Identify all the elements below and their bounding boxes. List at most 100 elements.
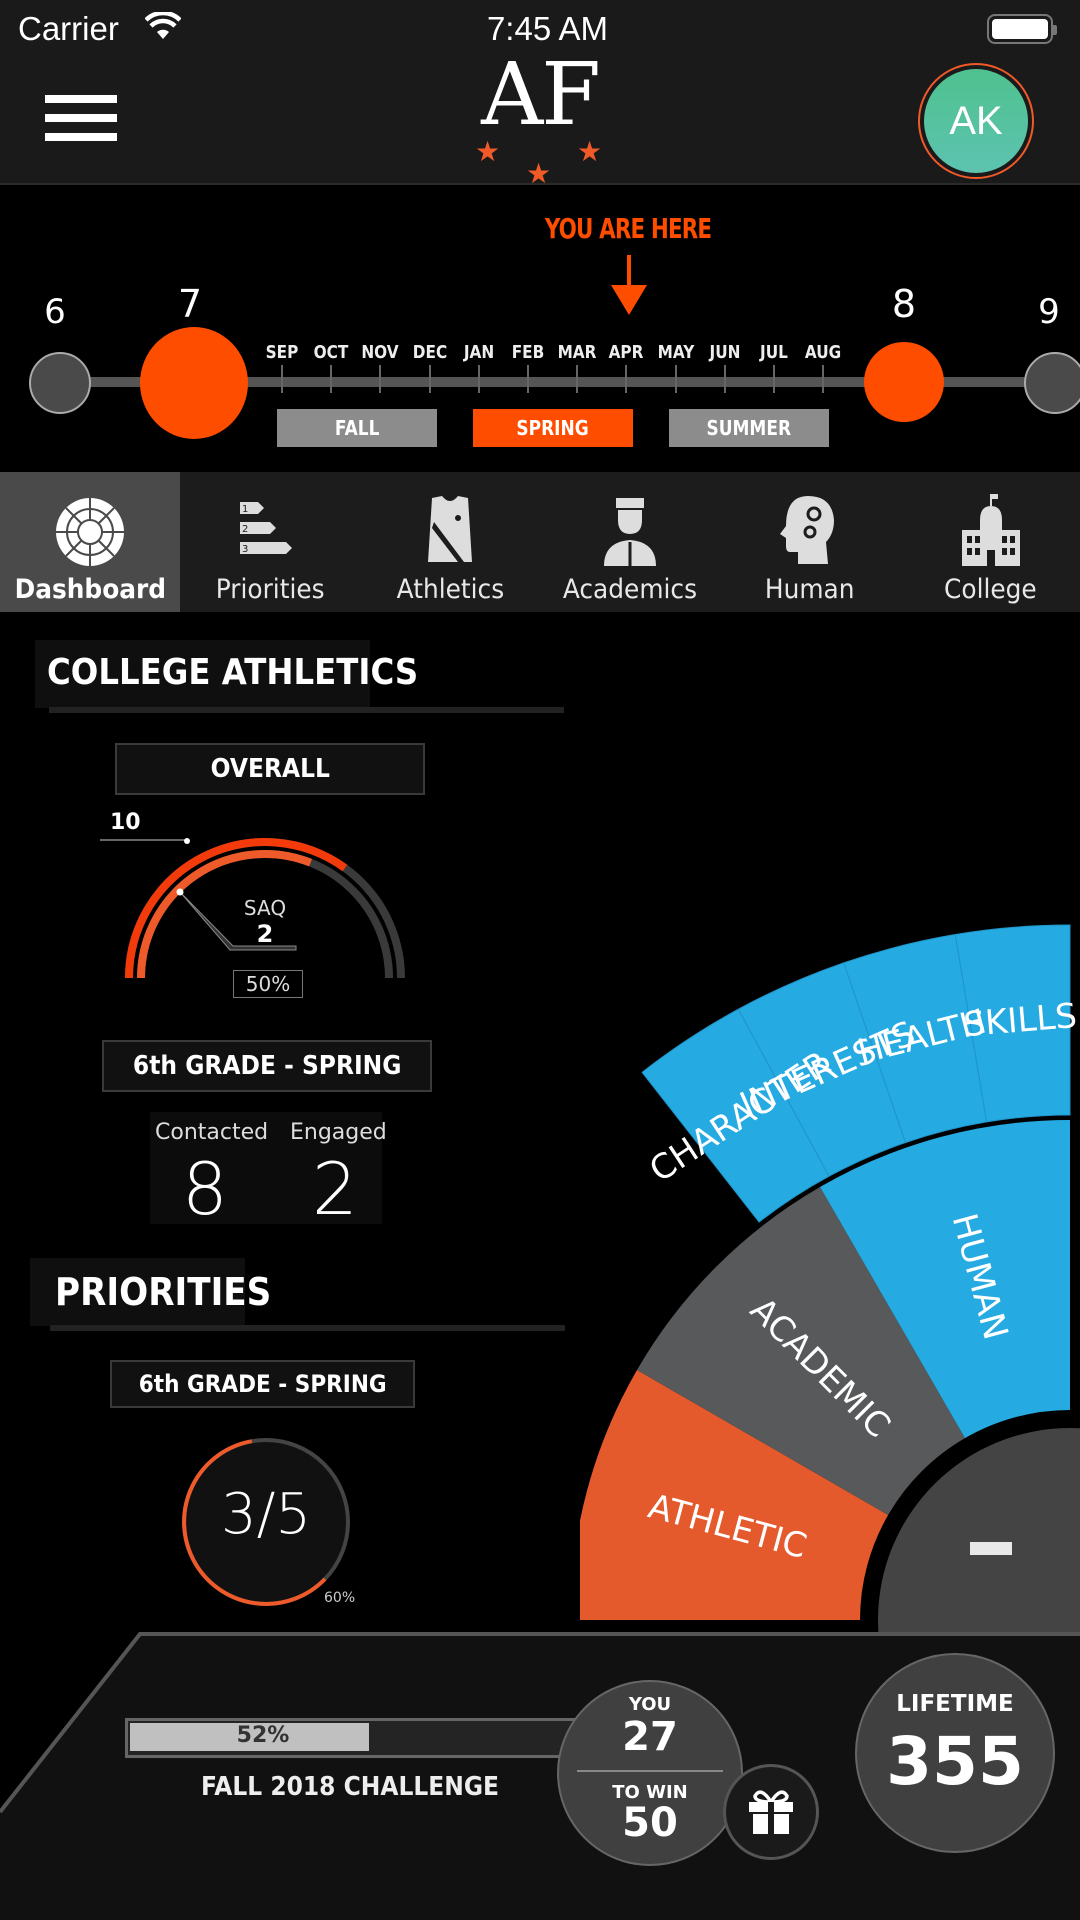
- star-icon: ★: [475, 135, 501, 168]
- month-label[interactable]: MAR: [557, 342, 598, 363]
- season-fall-button[interactable]: FALL: [277, 409, 437, 447]
- wheel-chart: CHARACTERINTERESTSHEALTHSKILLSATHLETICAC…: [570, 924, 1080, 1820]
- minus-icon[interactable]: [970, 1542, 1012, 1555]
- gift-button[interactable]: [723, 1764, 819, 1860]
- gauge-metric-value: 2: [256, 920, 274, 948]
- tab-priorities[interactable]: 1 2 3 Priorities: [180, 472, 360, 612]
- season-label: SPRING: [516, 416, 590, 440]
- month-tick: [674, 365, 677, 393]
- dashboard-wheel-icon: [56, 498, 124, 566]
- month-tick: [625, 365, 628, 393]
- status-time: 7:45 AM: [486, 10, 609, 47]
- section-title: COLLEGE ATHLETICS: [47, 652, 419, 693]
- month-tick: [428, 365, 431, 393]
- contact-stats: Contacted 8 Engaged 2: [150, 1112, 387, 1231]
- tab-human[interactable]: Human: [720, 472, 900, 612]
- tab-college[interactable]: College: [900, 472, 1080, 612]
- season-spring-button[interactable]: SPRING: [473, 409, 633, 447]
- svg-text:1: 1: [242, 504, 248, 515]
- month-label[interactable]: MAY: [655, 342, 696, 363]
- overall-label: OVERALL: [210, 754, 330, 784]
- month-label[interactable]: SEP: [262, 342, 303, 363]
- overall-button[interactable]: OVERALL: [115, 743, 425, 795]
- progress-label: 52%: [236, 1723, 290, 1748]
- month-label[interactable]: APR: [606, 342, 647, 363]
- month-label[interactable]: FEB: [508, 342, 549, 363]
- priorities-percent-label: 60%: [324, 1590, 356, 1606]
- section-title: PRIORITIES: [55, 1270, 272, 1314]
- challenge-title: FALL 2018 CHALLENGE: [200, 1772, 500, 1802]
- month-label[interactable]: OCT: [311, 342, 352, 363]
- grade-label: 9: [1038, 292, 1060, 332]
- you-value: 27: [622, 1714, 678, 1760]
- month-tick: [576, 365, 579, 393]
- grade-node-9[interactable]: [1024, 352, 1080, 414]
- gauge-percent-label: 50%: [233, 970, 303, 998]
- priorities-period-box: 6th GRADE - SPRING: [110, 1360, 415, 1408]
- priorities-progress-text: 3/5: [220, 1482, 312, 1547]
- avatar[interactable]: AK: [918, 63, 1034, 179]
- saq-gauge: 10 SAQ 2 50%: [91, 810, 430, 1010]
- period-label: 6th GRADE - SPRING: [132, 1051, 402, 1081]
- divider: [49, 707, 564, 713]
- grade-timeline: YOU ARE HERE 6 7 8 9 SEP OCT NOV DEC JAN FEB M…: [0, 187, 1080, 470]
- svg-text:3: 3: [242, 544, 248, 555]
- month-tick: [379, 365, 382, 393]
- tab-label: Human: [765, 574, 855, 605]
- tab-label: Academics: [562, 574, 698, 605]
- priorities-header: PRIORITIES: [30, 1258, 565, 1331]
- month-tick: [822, 365, 825, 393]
- month-label[interactable]: NOV: [360, 342, 401, 363]
- tab-label: College: [943, 574, 1037, 605]
- development-wheel: CHARACTER INTERESTS HEALTH SKILLS ATHLETIC AC…: [570, 880, 1080, 1820]
- challenge-score-circle: YOU 27 TO WIN 50: [557, 1680, 743, 1866]
- contacted-value: 8: [182, 1147, 228, 1231]
- gift-icon: [749, 1790, 793, 1834]
- jersey-icon: [428, 496, 472, 562]
- you-are-here-arrow-icon: [627, 255, 631, 287]
- grade-label: 7: [177, 282, 203, 326]
- grade-node-8[interactable]: [864, 342, 944, 422]
- top-bar: Carrier 7:45 AM AF ★ ★ ★ AK: [0, 0, 1080, 188]
- you-are-here-label: YOU ARE HERE: [544, 212, 712, 245]
- priorities-progress-ring[interactable]: 3/5 60%: [176, 1432, 356, 1612]
- divider: [577, 1770, 723, 1772]
- hamburger-menu-icon[interactable]: [45, 95, 117, 143]
- month-tick: [281, 365, 283, 393]
- tab-label: Priorities: [215, 574, 325, 605]
- needle-tip: [176, 888, 184, 896]
- season-summer-button[interactable]: SUMMER: [669, 409, 829, 447]
- month-label[interactable]: JUN: [704, 342, 745, 363]
- period-label: 6th GRADE - SPRING: [138, 1370, 387, 1398]
- star-icon: ★: [526, 157, 552, 190]
- divider: [50, 1325, 565, 1331]
- tab-athletics[interactable]: Athletics: [360, 472, 540, 612]
- you-label: YOU: [628, 1694, 672, 1715]
- max-marker: [184, 838, 190, 844]
- priorities-list-icon: 1 2 3: [240, 502, 292, 555]
- engaged-label: Engaged: [290, 1120, 387, 1145]
- month-label[interactable]: JAN: [458, 342, 499, 363]
- contacted-label: Contacted: [155, 1120, 269, 1145]
- lifetime-points-circle: LIFETIME 355: [855, 1653, 1055, 1853]
- arrow-down-icon: [611, 285, 647, 315]
- app-logo: AF ★ ★ ★: [465, 52, 615, 188]
- month-tick: [477, 365, 480, 393]
- tab-academics[interactable]: Academics: [540, 472, 720, 612]
- avatar-initials: AK: [924, 69, 1028, 173]
- season-label: SUMMER: [706, 416, 792, 440]
- star-icon: ★: [577, 135, 603, 168]
- grade-node-7[interactable]: [140, 327, 248, 439]
- to-win-value: 50: [622, 1800, 678, 1846]
- gauge-metric-label: SAQ: [243, 896, 287, 920]
- month-label[interactable]: AUG: [803, 342, 844, 363]
- month-tick: [723, 365, 726, 393]
- head-gears-icon: [780, 496, 834, 564]
- tab-dashboard[interactable]: Dashboard: [0, 472, 180, 612]
- svg-text:2: 2: [242, 524, 248, 535]
- month-tick: [330, 365, 333, 393]
- battery-icon: [987, 14, 1057, 44]
- month-label[interactable]: DEC: [409, 342, 450, 363]
- month-label[interactable]: JUL: [754, 342, 795, 363]
- grade-node-6[interactable]: [29, 352, 91, 414]
